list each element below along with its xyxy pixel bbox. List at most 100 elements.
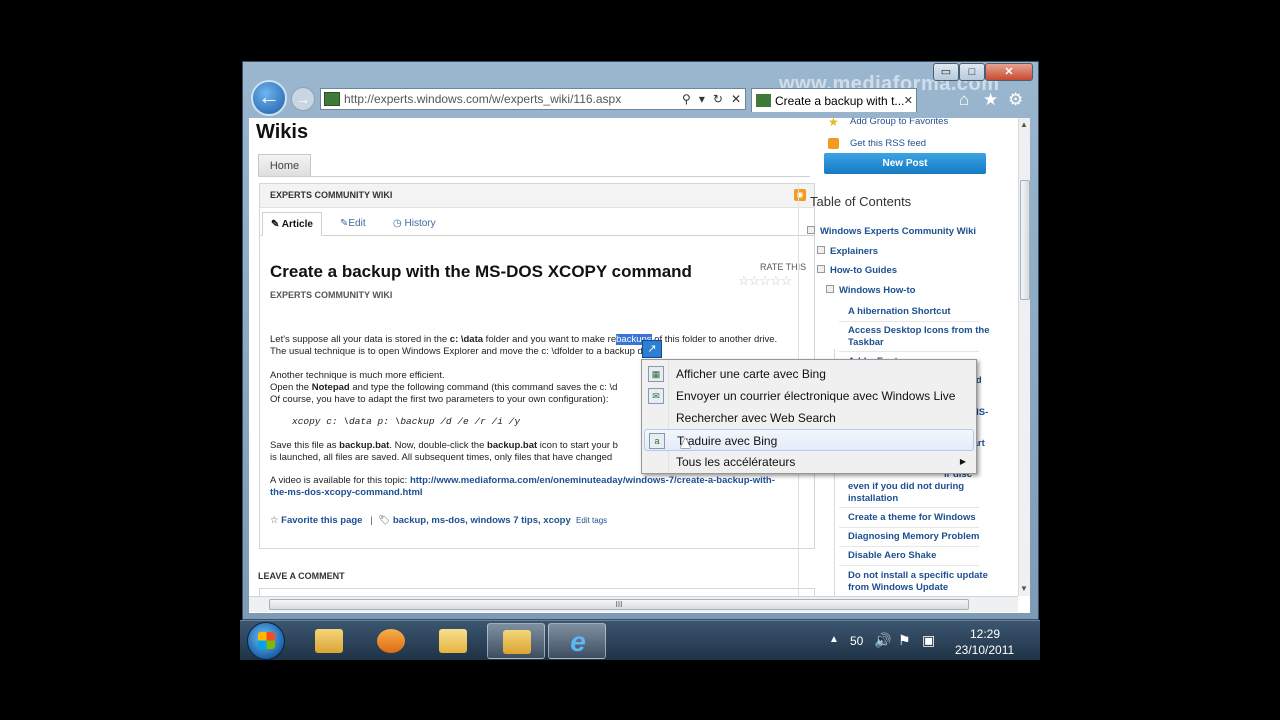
accelerator-icon[interactable]: ↗ xyxy=(642,340,662,358)
menu-item-all-accelerators[interactable]: Tous les accélérateurs ▶ xyxy=(644,451,974,473)
forward-button[interactable]: → xyxy=(291,87,315,111)
clock-icon: ◷ xyxy=(393,218,405,229)
tag-icon: 🏷 xyxy=(378,515,393,526)
gear-icon[interactable]: ⚙ xyxy=(1008,90,1023,110)
rating-stars[interactable]: ☆☆☆☆☆ xyxy=(738,273,792,289)
tab-history[interactable]: ◷ History xyxy=(385,212,444,236)
toc-howto-label: How-to Guides xyxy=(830,265,898,276)
toc-link[interactable]: Create a theme for Windows xyxy=(848,512,992,524)
text-run: backup.bat xyxy=(339,440,390,451)
text-run: Notepad xyxy=(311,382,350,393)
taskbar-app[interactable] xyxy=(424,623,482,659)
collapse-icon[interactable] xyxy=(817,265,825,274)
expand-icon[interactable] xyxy=(817,246,825,255)
toc-link[interactable]: A hibernation Shortcut xyxy=(848,306,992,318)
tray-number: 50 xyxy=(850,634,864,648)
star-icon: ★ xyxy=(828,118,839,129)
taskbar-app[interactable] xyxy=(300,623,358,659)
horizontal-scrollbar[interactable]: III xyxy=(249,596,1018,612)
toc-link[interactable]: Access Desktop Icons from the Taskbar xyxy=(848,325,992,349)
home-tab[interactable]: Home xyxy=(258,154,311,177)
close-button[interactable]: ✕ xyxy=(985,63,1033,81)
menu-item-map[interactable]: ▦ Afficher une carte avec Bing xyxy=(644,363,974,385)
code-block: xcopy c: \data p: \backup /d /e /r /i /y xyxy=(292,416,521,427)
toc-link[interactable]: Do not install a specific update from Wi… xyxy=(848,570,992,594)
collapse-icon[interactable] xyxy=(826,285,834,294)
paragraph: Let's suppose all your data is stored in… xyxy=(270,334,790,358)
tab-article[interactable]: ✎ Article xyxy=(262,212,322,236)
text-run: is launched, all files are saved. All su… xyxy=(270,452,613,463)
divider xyxy=(839,507,979,508)
dropdown-icon[interactable]: ▾ xyxy=(699,92,705,106)
stop-icon[interactable]: ✕ xyxy=(731,92,741,106)
toc-root[interactable]: Windows Experts Community Wiki xyxy=(807,226,976,238)
flag-icon[interactable]: ⚑ xyxy=(898,632,911,649)
menu-item-email[interactable]: ✉ Envoyer un courrier électronique avec … xyxy=(644,385,974,407)
tab-history-label: History xyxy=(404,218,436,229)
toc-howto-guides[interactable]: How-to Guides xyxy=(817,265,897,277)
scroll-thumb[interactable] xyxy=(1020,180,1030,300)
tab-title: Create a backup with t... xyxy=(775,93,904,108)
tab-edit[interactable]: ✎Edit xyxy=(332,212,374,236)
tab-close-icon[interactable]: ✕ xyxy=(904,94,913,107)
favorite-link[interactable]: Favorite this page xyxy=(281,515,362,526)
clock-date[interactable]: 23/10/2011 xyxy=(955,643,1014,657)
text-run: backup.bat xyxy=(487,440,538,451)
vertical-scrollbar[interactable]: ▲ ▼ xyxy=(1018,118,1030,596)
text-run: A video is available for this topic: xyxy=(270,475,410,486)
browser-tab[interactable]: Create a backup with t... ✕ xyxy=(751,88,917,112)
collapse-icon[interactable] xyxy=(807,226,815,235)
star-icon[interactable]: ★ xyxy=(983,90,998,110)
start-button[interactable] xyxy=(247,622,285,660)
toc-explainers-label: Explainers xyxy=(830,246,879,257)
text-run: folder and you want to make re xyxy=(483,334,617,345)
windows-logo-icon xyxy=(258,632,275,649)
divider xyxy=(839,546,979,547)
taskbar-app-ie[interactable]: e xyxy=(548,623,606,659)
toc-link[interactable]: even if you did not during installation xyxy=(848,481,992,505)
tab-favicon-icon xyxy=(756,94,771,107)
search-icon[interactable]: ⚲ xyxy=(682,92,691,106)
minimize-button[interactable]: ▭ xyxy=(933,63,959,81)
scroll-thumb[interactable]: III xyxy=(269,599,969,610)
add-group-link[interactable]: Add Group to Favorites xyxy=(850,118,948,127)
clock-time[interactable]: 12:29 xyxy=(970,627,1000,641)
text-run: and type the following command (this com… xyxy=(349,382,618,393)
volume-icon[interactable]: 🔊 xyxy=(874,632,891,649)
translate-icon: a xyxy=(649,433,665,449)
tab-article-label: Article xyxy=(281,219,313,230)
back-button[interactable]: ← xyxy=(251,80,287,116)
menu-item-label: Tous les accélérateurs xyxy=(676,455,796,469)
menu-item-search[interactable]: Rechercher avec Web Search xyxy=(644,407,974,429)
scroll-up-icon[interactable]: ▲ xyxy=(1020,120,1028,129)
taskbar-app[interactable] xyxy=(362,623,420,659)
text-run: Let's suppose all your data is stored in… xyxy=(270,334,450,345)
sidebar: ★ Add Group to Favorites Get this RSS fe… xyxy=(798,118,1018,609)
submenu-arrow-icon: ▶ xyxy=(959,457,966,466)
map-icon: ▦ xyxy=(648,366,664,382)
toc-explainers[interactable]: Explainers xyxy=(817,246,878,258)
toc-windows-howto[interactable]: Windows How-to xyxy=(826,285,915,297)
scroll-down-icon[interactable]: ▼ xyxy=(1020,584,1028,593)
taskbar-app[interactable] xyxy=(487,623,545,659)
leave-comment-heading: LEAVE A COMMENT xyxy=(258,571,345,581)
toc-link[interactable]: Disable Aero Shake xyxy=(848,550,992,562)
rss-feed-link[interactable]: Get this RSS feed xyxy=(850,138,926,149)
toc-title: Table of Contents xyxy=(810,194,912,209)
back-icon: ← xyxy=(258,84,280,109)
maximize-button[interactable]: □ xyxy=(959,63,985,81)
new-post-button[interactable]: New Post xyxy=(824,153,986,174)
home-icon[interactable]: ⌂ xyxy=(959,90,969,110)
network-icon[interactable]: ▣ xyxy=(922,632,935,649)
edit-tags-link[interactable]: Edit tags xyxy=(576,516,607,525)
tags-list[interactable]: backup, ms-dos, windows 7 tips, xcopy xyxy=(393,515,571,526)
divider xyxy=(839,527,979,528)
tray-expand-icon[interactable]: ▲ xyxy=(829,634,839,645)
refresh-icon[interactable]: ↻ xyxy=(713,92,723,106)
explorer-window-icon xyxy=(503,630,531,654)
address-bar[interactable]: http://experts.windows.com/w/experts_wik… xyxy=(320,88,746,110)
mouse-cursor-icon: ▲ xyxy=(677,433,694,452)
toc-windows-howto-label: Windows How-to xyxy=(839,285,916,296)
toc-link[interactable]: Diagnosing Memory Problem xyxy=(848,531,992,543)
address-url[interactable]: http://experts.windows.com/w/experts_wik… xyxy=(344,92,678,106)
